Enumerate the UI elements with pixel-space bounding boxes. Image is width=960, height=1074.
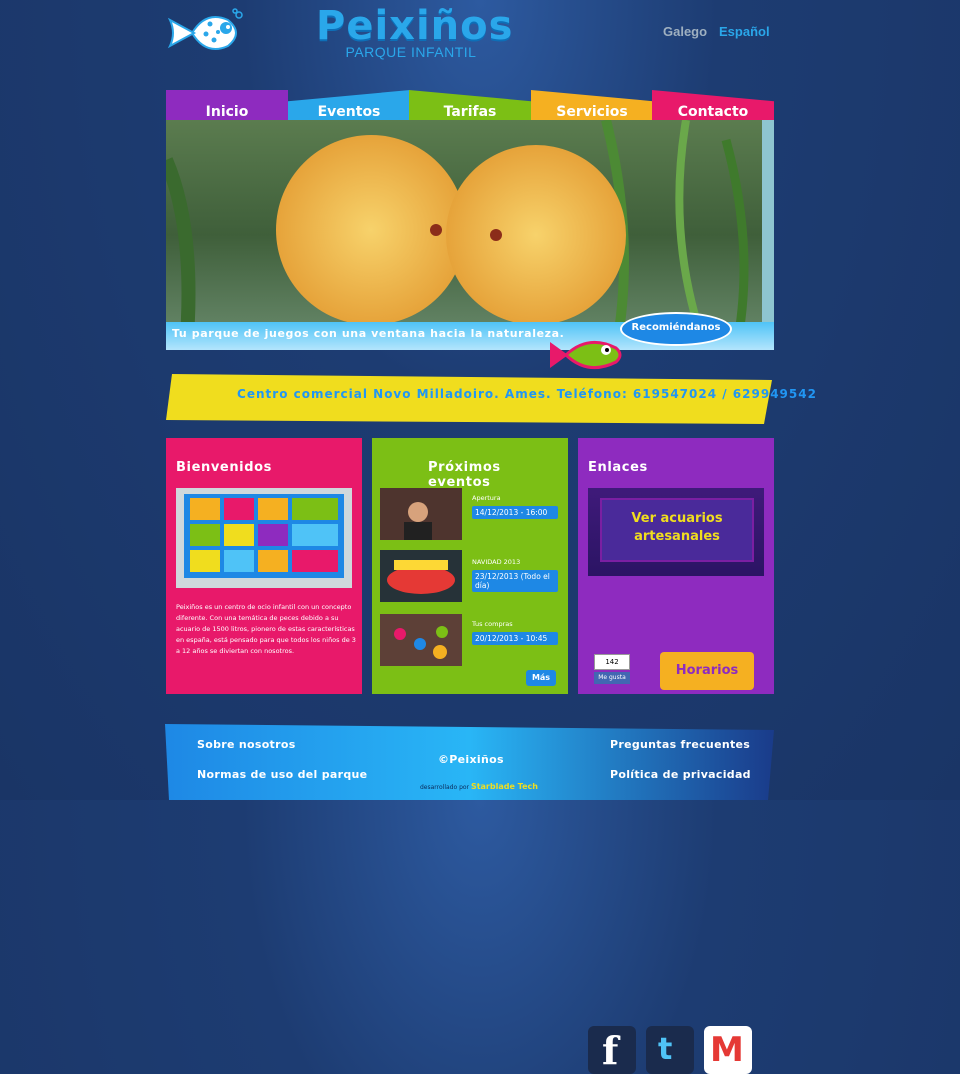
like-button[interactable]: Me gusta [594, 672, 630, 684]
welcome-playground-image [176, 488, 352, 588]
welcome-title: Bienvenidos [176, 460, 273, 475]
event-thumbnail[interactable] [380, 488, 462, 540]
lang-espanol-link[interactable]: Español [719, 24, 770, 39]
facebook-icon[interactable]: f [588, 1026, 636, 1074]
event-thumbnail[interactable] [380, 550, 462, 602]
like-count: 142 [594, 654, 630, 670]
footer-dev-credit: desarrollado por Starblade Tech [420, 782, 538, 791]
links-panel: Enlaces Ver acuarios artesanales f t M 1… [578, 438, 774, 1074]
event-date: 20/12/2013 - 10:45 [472, 632, 558, 645]
horarios-button[interactable]: Horarios [660, 652, 754, 690]
tab-servicios[interactable]: Servicios [531, 90, 653, 122]
footer-faq-link[interactable]: Preguntas frecuentes [610, 738, 750, 751]
gmail-icon[interactable]: M [704, 1026, 752, 1074]
aquarium-link-image[interactable]: Ver acuarios artesanales [588, 488, 764, 576]
dev-prefix: desarrollado por [420, 784, 470, 791]
fish-logo-icon[interactable] [166, 8, 246, 58]
event-date: 23/12/2013 (Todo el día) [472, 570, 558, 592]
twitter-icon[interactable]: t [646, 1026, 694, 1074]
hero-caption: Tu parque de juegos con una ventana haci… [172, 327, 565, 340]
event-date: 14/12/2013 - 16:00 [472, 506, 558, 519]
welcome-panel: Bienvenidos Peixiños es un centro de oci… [166, 438, 362, 694]
footer-rules-link[interactable]: Normas de uso del parque [197, 768, 367, 781]
dev-name-link[interactable]: Starblade Tech [471, 782, 538, 791]
tab-inicio[interactable]: Inicio [166, 90, 288, 122]
tab-eventos[interactable]: Eventos [288, 90, 410, 122]
footer-privacy-link[interactable]: Política de privacidad [610, 768, 751, 781]
events-panel: Próximos eventos Apertura 14/12/2013 - 1… [372, 438, 568, 694]
links-title: Enlaces [588, 460, 648, 475]
brand-logo[interactable]: Peixiños PARQUE INFANTIL [316, 0, 512, 60]
footer-about-link[interactable]: Sobre nosotros [197, 738, 296, 751]
lang-galego-link[interactable]: Galego [663, 24, 707, 39]
event-title[interactable]: Tus compras [472, 620, 513, 628]
recommend-button[interactable]: Recomiéndanos [620, 312, 732, 346]
event-thumbnail[interactable] [380, 614, 462, 666]
main-nav: Inicio Eventos Tarifas Servicios Contact… [166, 90, 774, 122]
events-title: Próximos eventos [428, 460, 501, 490]
more-events-button[interactable]: Más [526, 670, 556, 686]
event-title[interactable]: Apertura [472, 494, 501, 502]
tab-tarifas[interactable]: Tarifas [409, 90, 531, 122]
aquarium-link-text: Ver acuarios artesanales [631, 511, 723, 544]
tab-contacto[interactable]: Contacto [652, 90, 774, 122]
footer-copyright: ©Peixiños [438, 753, 504, 766]
event-title[interactable]: NAVIDAD 2013 [472, 558, 520, 566]
contact-banner-text: Centro comercial Novo Milladoiro. Ames. … [237, 387, 817, 401]
welcome-text: Peixiños es un centro de ocio infantil c… [176, 603, 356, 655]
